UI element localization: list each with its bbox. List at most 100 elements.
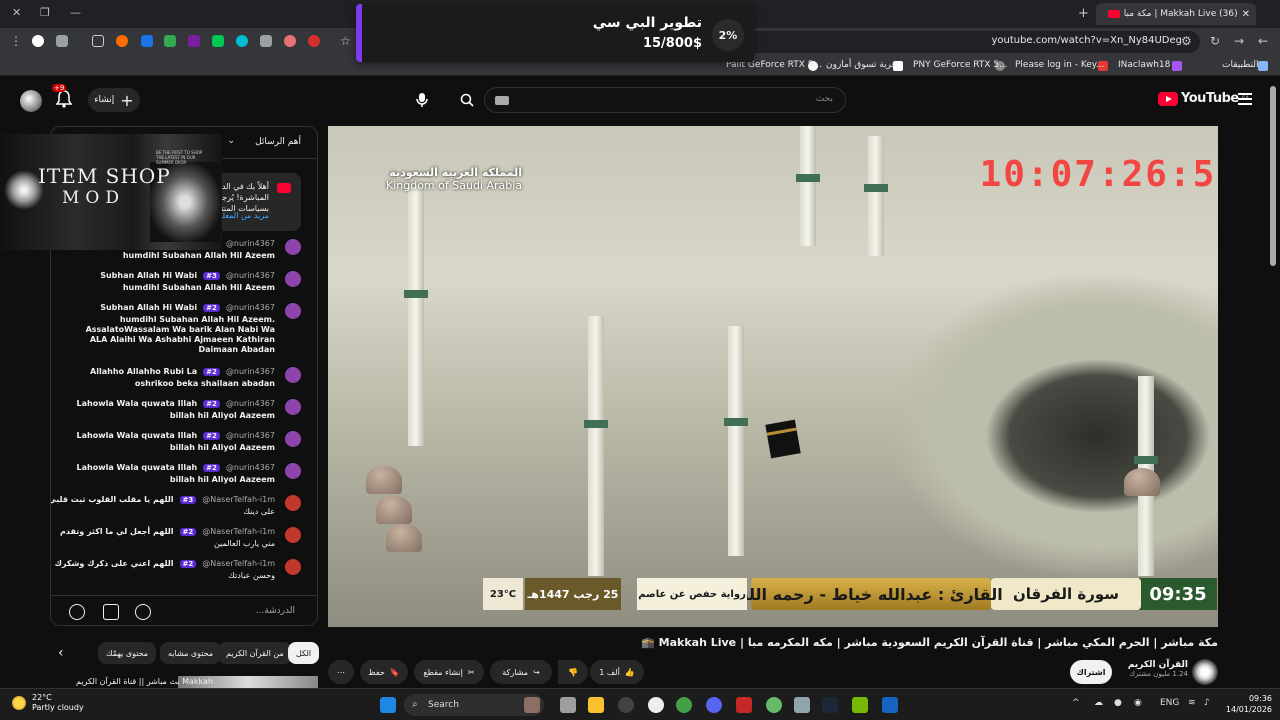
recommended-title[interactable]: بث مباشر || قناة القرآن الكريم Makkah bbox=[76, 677, 213, 686]
chat-avatar[interactable] bbox=[285, 367, 301, 383]
system-clock[interactable]: 09:36 14/01/2026 bbox=[1222, 693, 1272, 715]
steam-icon[interactable] bbox=[822, 697, 838, 713]
file-explorer-icon[interactable] bbox=[588, 697, 604, 713]
extension-ghost-icon[interactable] bbox=[32, 35, 44, 47]
extension-red-icon[interactable] bbox=[308, 35, 320, 47]
save-button[interactable]: حفظ 🔖 bbox=[360, 660, 408, 684]
taskbar-search[interactable]: ⌕ Search bbox=[404, 694, 544, 716]
nvidia-icon[interactable] bbox=[852, 697, 868, 713]
app-blue-icon[interactable] bbox=[882, 697, 898, 713]
tab-close-icon[interactable]: ✕ bbox=[1242, 9, 1250, 20]
hamburger-menu-icon[interactable] bbox=[1238, 93, 1252, 108]
share-button[interactable]: مشاركة ↪ bbox=[490, 660, 552, 684]
chat-username[interactable]: @nurin4367 bbox=[226, 367, 275, 376]
avatar[interactable] bbox=[20, 90, 42, 112]
clip-button[interactable]: إنشاء مقطع ✂ bbox=[414, 660, 484, 684]
apps-icon[interactable] bbox=[1258, 61, 1268, 71]
chat-username[interactable]: @NaserTelfah-i1m bbox=[202, 495, 275, 504]
chrome-alt-icon[interactable] bbox=[766, 697, 782, 713]
more-actions-button[interactable]: ⋯ bbox=[328, 660, 354, 684]
chat-username[interactable]: @nurin4367 bbox=[226, 239, 275, 248]
page-scrollbar[interactable] bbox=[1270, 86, 1276, 266]
channel-avatar[interactable] bbox=[1192, 659, 1218, 685]
super-chat-icon[interactable] bbox=[103, 604, 119, 620]
chat-input[interactable]: الدردشة... bbox=[256, 606, 295, 616]
chat-avatar[interactable] bbox=[285, 271, 301, 287]
menu-dots-icon[interactable]: ⋮ bbox=[10, 34, 22, 48]
weather-widget[interactable]: 22°C Partly cloudy bbox=[12, 693, 84, 713]
chip-all[interactable]: الكل bbox=[288, 642, 320, 664]
task-view-icon[interactable] bbox=[560, 697, 576, 713]
chevron-down-icon[interactable]: ⌄ bbox=[227, 136, 235, 146]
search-button[interactable] bbox=[452, 87, 482, 113]
chat-username[interactable]: @nurin4367 bbox=[226, 399, 275, 408]
bookmark-inaclawh[interactable]: INaclawh18 bbox=[1118, 60, 1170, 70]
chat-username[interactable]: @nurin4367 bbox=[226, 303, 275, 312]
video-player[interactable]: المملكة العربية السعودية Kingdom of Saud… bbox=[328, 126, 1218, 627]
chat-avatar[interactable] bbox=[285, 559, 301, 575]
extension-orange-icon[interactable] bbox=[116, 35, 128, 47]
chat-avatar[interactable] bbox=[285, 431, 301, 447]
emoji-icon[interactable] bbox=[135, 604, 151, 620]
chat-avatar[interactable] bbox=[285, 303, 301, 319]
chrome-icon[interactable] bbox=[676, 697, 692, 713]
bookmark-star-icon[interactable]: ☆ bbox=[340, 34, 351, 48]
wifi-icon[interactable]: ≋ bbox=[1188, 698, 1196, 708]
extension-kick-icon[interactable] bbox=[212, 35, 224, 47]
extension-puzzle-icon[interactable] bbox=[92, 35, 104, 47]
chat-avatar[interactable] bbox=[285, 463, 301, 479]
settings-gear-icon[interactable] bbox=[648, 697, 664, 713]
tray-mic-icon[interactable]: ● bbox=[1114, 698, 1122, 708]
voice-search-icon[interactable] bbox=[410, 88, 434, 112]
chip-related-interest[interactable]: محتوى يهمّك bbox=[98, 642, 157, 664]
browser-tab-youtube[interactable]: ✕ (36) Makkah Live | مكة مبا bbox=[1096, 3, 1256, 25]
dislike-button[interactable]: 👎 bbox=[558, 660, 588, 684]
chat-avatar[interactable] bbox=[285, 239, 301, 255]
minimize-window-icon[interactable]: — bbox=[70, 6, 81, 19]
bookmark-amazon[interactable]: عربة تسوق أمازون bbox=[826, 60, 897, 70]
subscribe-button[interactable]: اشتراك bbox=[1070, 660, 1112, 684]
forward-icon[interactable]: ← bbox=[1258, 34, 1268, 48]
extension-wave-icon[interactable] bbox=[236, 35, 248, 47]
windows-start-icon[interactable] bbox=[380, 697, 396, 713]
channel-name[interactable]: القرآن الكريم bbox=[1122, 660, 1188, 670]
chip-quran[interactable]: من القرآن الكريم bbox=[218, 642, 292, 664]
close-window-icon[interactable]: ✕ bbox=[12, 6, 21, 19]
chevron-up-icon[interactable]: ^ bbox=[1072, 698, 1080, 708]
volume-icon[interactable]: ♪ bbox=[1204, 698, 1210, 708]
chip-similar[interactable]: محتوى مشابه bbox=[160, 642, 222, 664]
back-icon[interactable]: → bbox=[1234, 34, 1244, 48]
chat-username[interactable]: @nurin4367 bbox=[226, 463, 275, 472]
chat-mode-selector[interactable]: أهم الرسائل bbox=[255, 137, 301, 147]
chevron-left-icon[interactable]: ‹ bbox=[58, 645, 64, 661]
extension-bar-icon[interactable] bbox=[188, 35, 200, 47]
keyboard-icon[interactable] bbox=[495, 96, 509, 105]
extension-list-icon[interactable] bbox=[56, 35, 68, 47]
extension-grid-icon[interactable] bbox=[141, 35, 153, 47]
new-tab-button[interactable]: + bbox=[1078, 6, 1089, 21]
app-red-icon[interactable] bbox=[736, 697, 752, 713]
youtube-logo[interactable]: YouTube SA bbox=[1158, 91, 1249, 106]
heart-icon[interactable] bbox=[69, 604, 85, 620]
search-input[interactable]: بحث bbox=[484, 87, 846, 113]
reload-icon[interactable]: ↻ bbox=[1210, 34, 1220, 48]
edge-icon[interactable] bbox=[794, 697, 810, 713]
chat-avatar[interactable] bbox=[285, 399, 301, 415]
create-button[interactable]: إنشاء + bbox=[88, 88, 140, 112]
tray-cloud-icon[interactable]: ☁ bbox=[1094, 698, 1103, 708]
site-settings-icon[interactable]: ⚙ bbox=[1181, 34, 1192, 48]
bookmark-pny[interactable]: PNY GeForce RTX 5... bbox=[913, 60, 1008, 70]
speaker-icon[interactable] bbox=[260, 35, 272, 47]
bookmark-keysystem[interactable]: Please log in - Key... bbox=[1015, 60, 1104, 70]
bookmark-apps[interactable]: التطبيقات bbox=[1222, 60, 1259, 70]
extension-k-icon[interactable] bbox=[164, 35, 176, 47]
notifications-bell-icon[interactable]: +9 bbox=[52, 84, 72, 108]
chat-avatar[interactable] bbox=[285, 527, 301, 543]
tray-lang[interactable]: ENG bbox=[1160, 698, 1179, 708]
channel-info[interactable]: القرآن الكريم 1.24 مليون مشترك bbox=[1122, 660, 1188, 678]
chat-username[interactable]: @nurin4367 bbox=[226, 271, 275, 280]
chat-avatar[interactable] bbox=[285, 495, 301, 511]
widget-icon[interactable] bbox=[524, 697, 540, 713]
extension-shield-icon[interactable] bbox=[284, 35, 296, 47]
chat-username[interactable]: @NaserTelfah-i1m bbox=[202, 527, 275, 536]
